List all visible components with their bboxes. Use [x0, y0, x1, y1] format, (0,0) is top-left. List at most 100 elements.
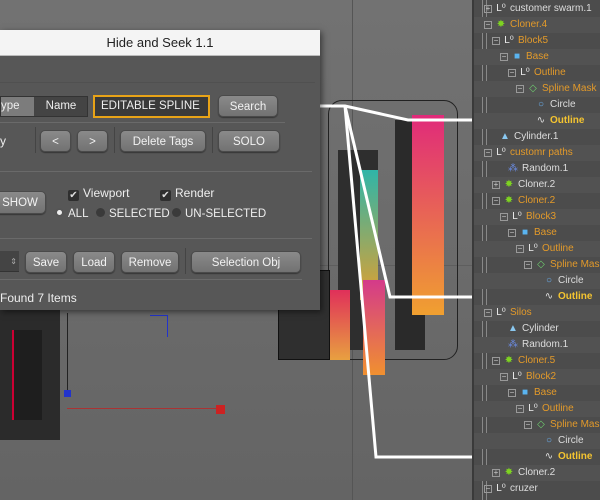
tree-item[interactable]: ⁂ Random.1 [474, 161, 600, 177]
delete-tags-button[interactable]: Delete Tags [120, 130, 206, 152]
tree-item[interactable]: − L⁰ Block2 [474, 369, 600, 385]
radio-selected-label: SELECTED [109, 208, 170, 220]
null-icon: L⁰ [528, 403, 538, 414]
tree-item[interactable]: − ✸ Cloner.5 [474, 353, 600, 369]
tree-item[interactable]: ⁂ Random.1 [474, 337, 600, 353]
expand-icon[interactable]: + [492, 469, 500, 477]
collapse-icon[interactable]: − [516, 245, 524, 253]
collapse-icon[interactable]: − [500, 53, 508, 61]
tree-item[interactable]: − L⁰ cruzer [474, 481, 600, 497]
collapse-icon[interactable]: − [500, 213, 508, 221]
mode-type[interactable]: ype [1, 97, 34, 116]
tree-item-label: Cloner.2 [518, 467, 556, 478]
tree-item[interactable]: − ■ Base [474, 49, 600, 65]
tree-item-label: Circle [558, 275, 584, 286]
collapse-icon[interactable]: − [484, 309, 492, 317]
tree-item[interactable]: ▲ Cylinder.1 [474, 129, 600, 145]
radio-all-label: ALL [68, 208, 89, 220]
tree-item[interactable]: − L⁰ Silos [474, 305, 600, 321]
collapse-icon[interactable]: − [484, 21, 492, 29]
radio-all[interactable]: ALL [55, 208, 88, 220]
collapse-icon[interactable]: − [508, 389, 516, 397]
radio-selected[interactable]: SELECTED [96, 208, 170, 220]
tree-item-label: Outline [542, 243, 574, 254]
tree-item-label: Block3 [526, 211, 557, 222]
search-button[interactable]: Search [218, 95, 278, 117]
collapse-icon[interactable]: − [516, 85, 524, 93]
tree-item-label: Cloner.5 [518, 355, 556, 366]
tree-item-label: Base [534, 227, 557, 238]
radio-unselected[interactable]: UN-SELECTED [172, 208, 266, 220]
save-button[interactable]: Save [25, 251, 67, 273]
collapse-icon[interactable]: − [516, 405, 524, 413]
render-checkbox[interactable]: ✔ Render [160, 186, 214, 201]
collapse-icon[interactable]: − [508, 69, 516, 77]
tree-item-label: Base [534, 387, 557, 398]
cloner-icon: ✸ [496, 19, 506, 30]
tree-item[interactable]: − ■ Base [474, 385, 600, 401]
tree-item[interactable]: ∿ Outline [474, 449, 600, 465]
tree-item[interactable]: + ✸ Cloner.2 [474, 177, 600, 193]
load-button[interactable]: Load [73, 251, 115, 273]
remove-button[interactable]: Remove [121, 251, 179, 273]
collapse-icon[interactable]: − [524, 421, 532, 429]
tree-item[interactable]: + ✸ Cloner.2 [474, 465, 600, 481]
tree-item-label: Cloner.4 [510, 19, 548, 30]
next-button[interactable]: > [77, 130, 108, 152]
spline-mask-icon: ◇ [537, 259, 545, 270]
tree-item[interactable]: − L⁰ Outline [474, 401, 600, 417]
tree-item[interactable]: − ◇ Spline Mask [474, 417, 600, 433]
selection-obj-button[interactable]: Selection Obj [191, 251, 301, 273]
viewport-checkbox[interactable]: ✔ Viewport [68, 186, 129, 201]
preset-stepper[interactable]: ⇕ [0, 251, 19, 272]
collapse-icon[interactable]: − [500, 373, 508, 381]
collapse-icon[interactable]: − [484, 485, 492, 493]
radio-off-icon [96, 208, 105, 217]
divider [0, 122, 285, 123]
tree-item-label: Cloner.2 [518, 195, 556, 206]
mode-name[interactable]: Name [34, 97, 88, 116]
cube-icon: ■ [521, 227, 529, 238]
tree-item[interactable]: + L⁰ customer swarm.1 [474, 1, 600, 17]
tree-item[interactable]: − ◇ Spline Mask [474, 81, 600, 97]
tree-item[interactable]: − ◇ Spline Mask [474, 257, 600, 273]
tree-item[interactable]: − L⁰ Block3 [474, 209, 600, 225]
object-manager: + L⁰ customer swarm.1− ✸ Cloner.4− L⁰ Block5− ■… [472, 0, 600, 500]
dialog-title: Hide and Seek 1.1 [0, 30, 320, 56]
cloner-icon: ✸ [504, 179, 514, 190]
viewport-label: Viewport [83, 186, 130, 200]
tree-item-label: Random.1 [522, 339, 569, 350]
prev-button[interactable]: < [40, 130, 71, 152]
cloner-icon: ✸ [504, 195, 514, 206]
collapse-icon[interactable]: − [508, 229, 516, 237]
tree-item[interactable]: ○ Circle [474, 273, 600, 289]
collapse-icon[interactable]: − [484, 149, 492, 157]
search-mode-toggle[interactable]: ype Name [0, 96, 88, 117]
tree-item[interactable]: − ✸ Cloner.2 [474, 193, 600, 209]
tree-item[interactable]: ∿ Outline [474, 289, 600, 305]
collapse-icon[interactable]: − [524, 261, 532, 269]
expand-icon[interactable]: + [484, 5, 492, 13]
tree-item[interactable]: − L⁰ Outline [474, 65, 600, 81]
tree-item-label: Block2 [526, 371, 557, 382]
solo-button[interactable]: SOLO [218, 130, 280, 152]
tree-item[interactable]: ▲ Cylinder [474, 321, 600, 337]
collapse-icon[interactable]: − [492, 37, 500, 45]
cylinder-icon: ▲ [508, 323, 518, 334]
tree-item[interactable]: ∿ Outline [474, 113, 600, 129]
tree-item[interactable]: − ✸ Cloner.4 [474, 17, 600, 33]
search-input[interactable]: EDITABLE SPLINE [93, 95, 210, 118]
tree-item[interactable]: − L⁰ Block5 [474, 33, 600, 49]
tree-item[interactable]: − L⁰ customr paths [474, 145, 600, 161]
tree-item[interactable]: − L⁰ Outline [474, 241, 600, 257]
collapse-icon[interactable]: − [492, 357, 500, 365]
hide-and-seek-dialog: Hide and Seek 1.1 ype Name EDITABLE SPLI… [0, 30, 320, 310]
cloner-icon: ✸ [504, 355, 514, 366]
expand-icon[interactable]: + [492, 181, 500, 189]
show-button[interactable]: SHOW [0, 191, 46, 214]
tree-item[interactable]: − ■ Base [474, 225, 600, 241]
collapse-icon[interactable]: − [492, 197, 500, 205]
tree-item[interactable]: ○ Circle [474, 433, 600, 449]
tree-item[interactable]: ○ Circle [474, 97, 600, 113]
divider [0, 171, 312, 172]
